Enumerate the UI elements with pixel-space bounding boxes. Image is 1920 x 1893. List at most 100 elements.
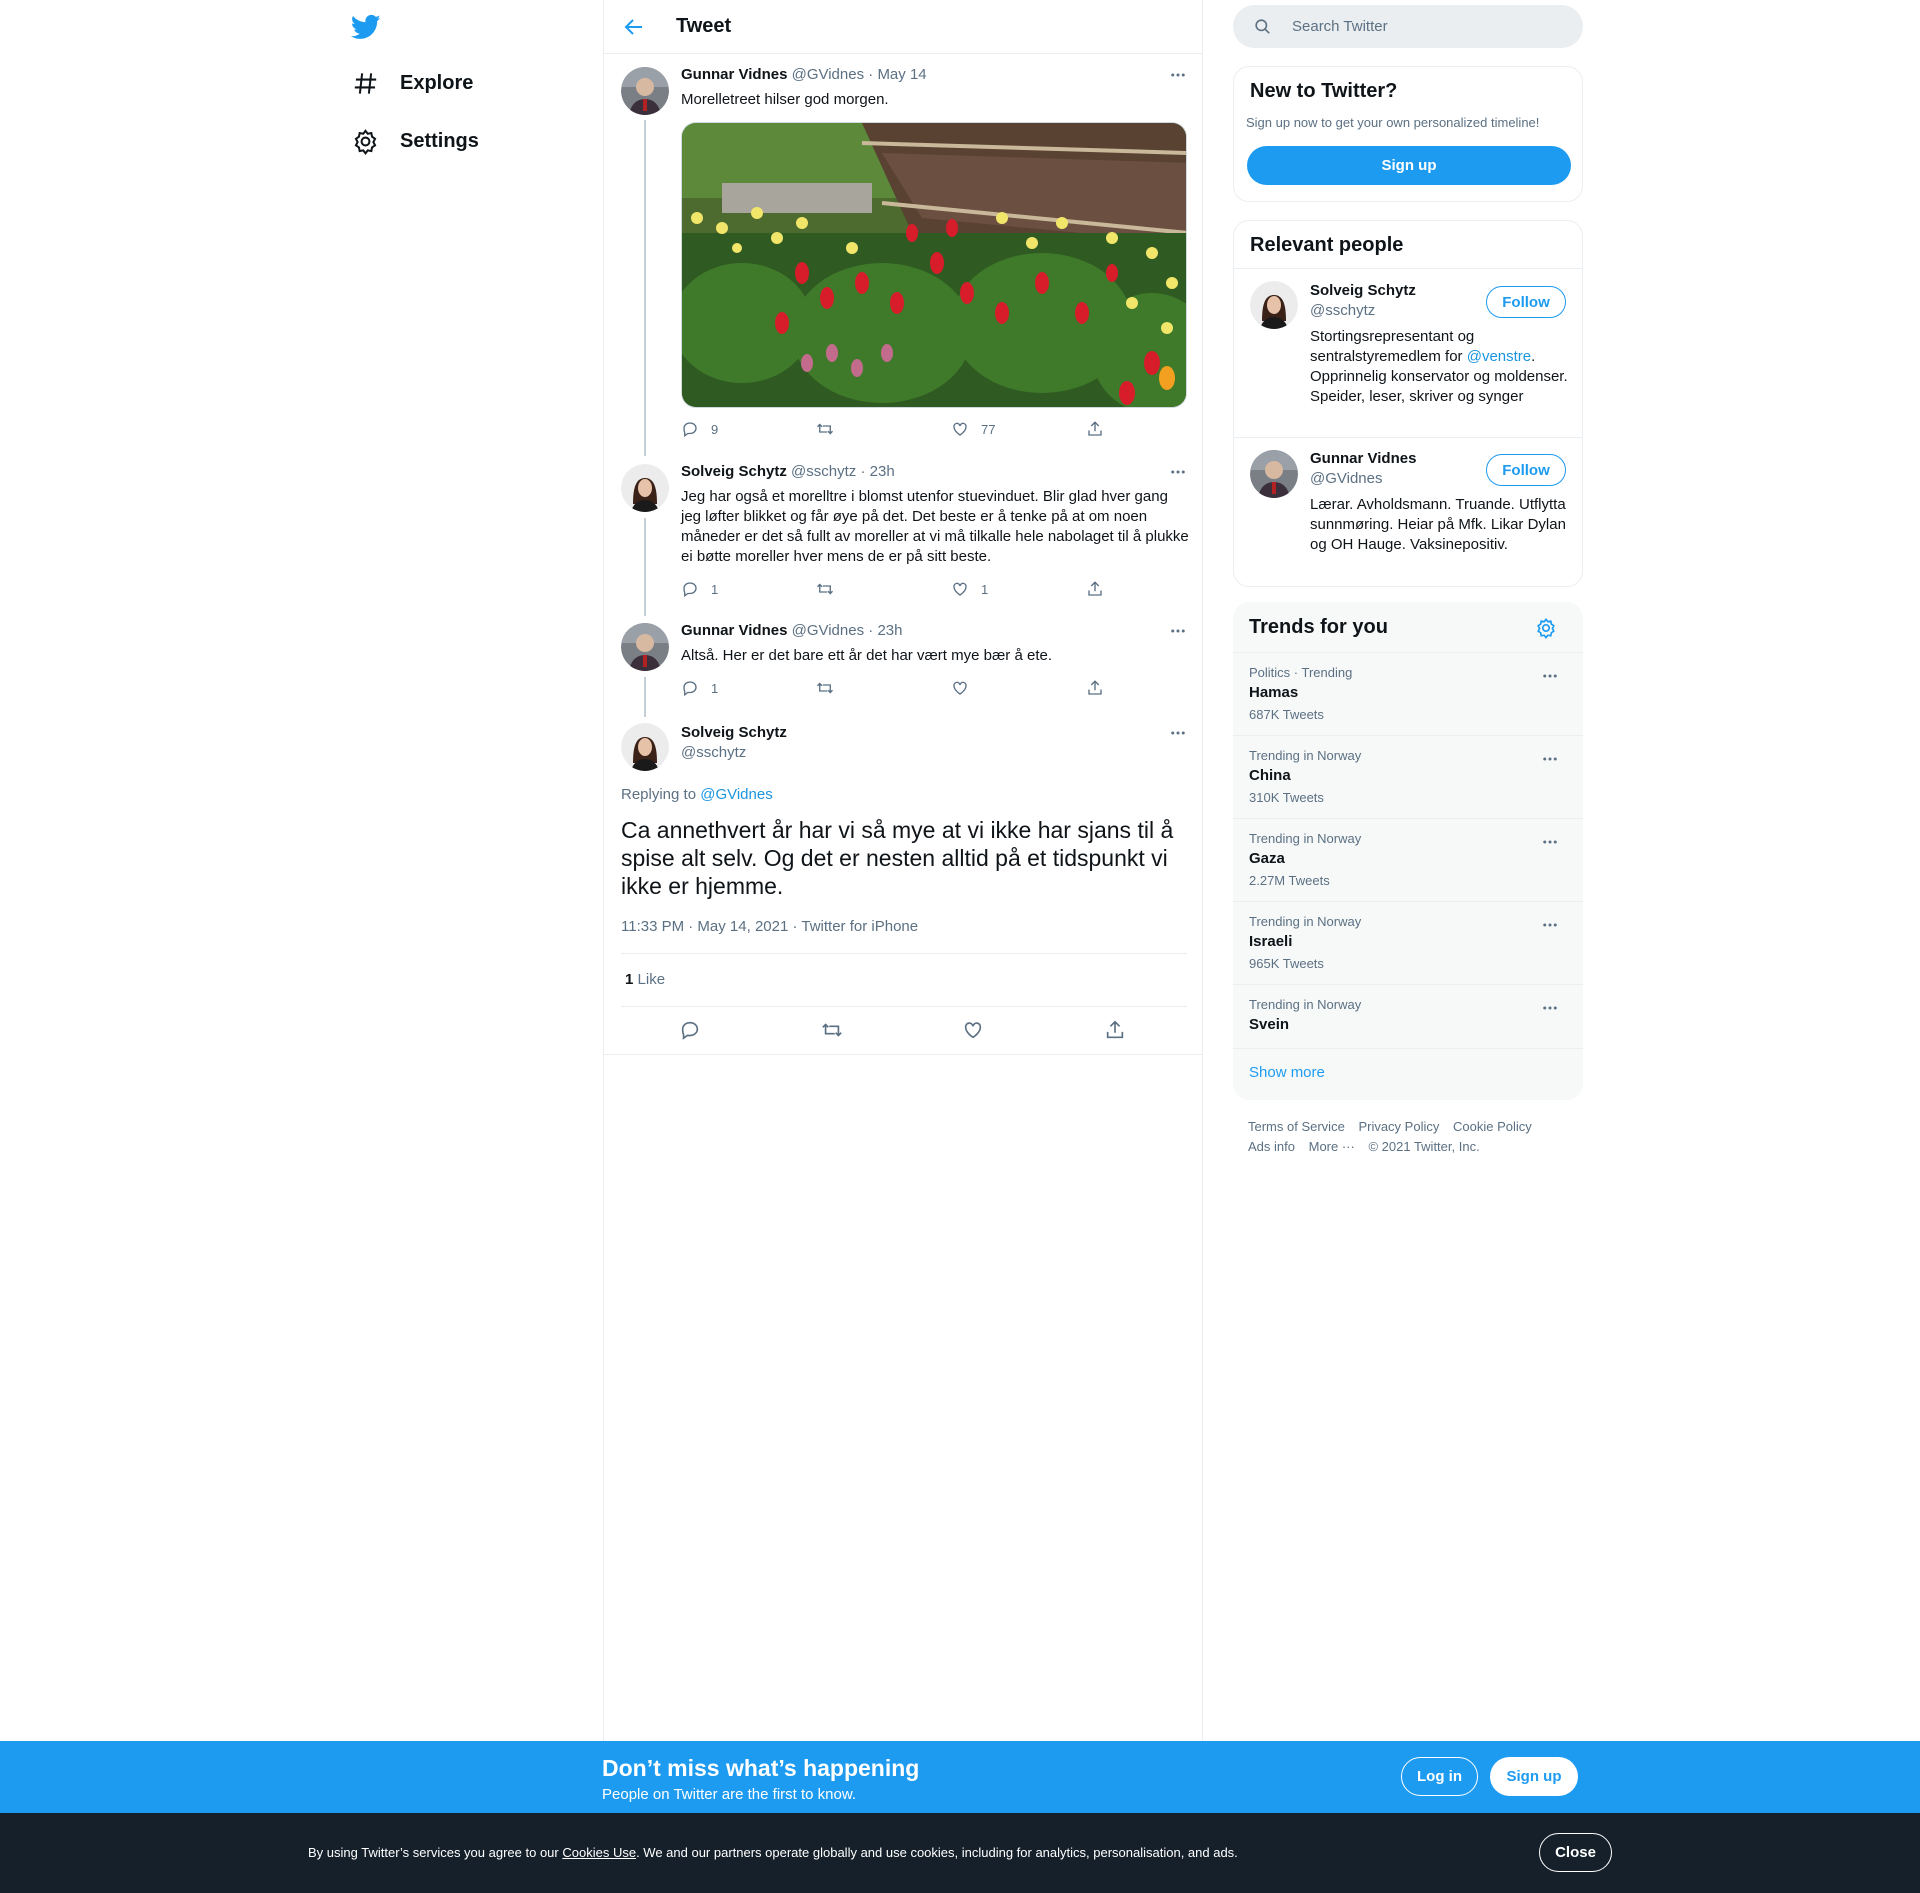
reply-count: 1 bbox=[711, 680, 719, 696]
trend-item[interactable]: Politics · Trending Hamas 687K Tweets bbox=[1233, 652, 1583, 735]
nav-settings[interactable]: Settings bbox=[352, 116, 479, 166]
thread-tweet[interactable]: Gunnar Vidnes @GVidnes · May 14 Morellet… bbox=[619, 66, 1189, 446]
person-item[interactable]: Solveig Schytz @sschytz Follow Stortings… bbox=[1234, 269, 1582, 437]
tweet-photo[interactable] bbox=[681, 122, 1187, 408]
like-count: 1 bbox=[981, 581, 989, 597]
footer-link[interactable]: More ··· bbox=[1309, 1139, 1355, 1154]
nav-explore[interactable]: Explore bbox=[352, 58, 473, 108]
heart-icon[interactable] bbox=[962, 1019, 984, 1041]
thread-tweet[interactable]: Gunnar Vidnes @GVidnes · 23h Altså. Her … bbox=[619, 622, 1189, 702]
tweet-timestamp[interactable]: 11:33 PM · May 14, 2021 · Twitter for iP… bbox=[621, 918, 918, 935]
more-options-icon[interactable] bbox=[1541, 999, 1559, 1017]
search-icon bbox=[1255, 19, 1270, 34]
trend-item[interactable]: Trending in Norway Israeli 965K Tweets bbox=[1233, 901, 1583, 984]
avatar[interactable] bbox=[621, 464, 669, 512]
trend-count: 687K Tweets bbox=[1249, 707, 1324, 722]
person-bio: Stortingsrepresentant og sentralstyremed… bbox=[1310, 328, 1568, 405]
tweet-time[interactable]: 23h bbox=[870, 463, 895, 480]
retweet-button[interactable] bbox=[816, 580, 834, 598]
search-box[interactable] bbox=[1233, 5, 1583, 48]
author-name[interactable]: Solveig Schytz bbox=[681, 724, 787, 741]
reply-button[interactable]: 9 bbox=[681, 420, 718, 438]
reply-icon[interactable] bbox=[679, 1019, 701, 1041]
signup-card: New to Twitter? Sign up now to get your … bbox=[1233, 66, 1583, 202]
search-input[interactable] bbox=[1292, 18, 1552, 35]
footer-link[interactable]: Ads info bbox=[1248, 1139, 1295, 1154]
follow-button[interactable]: Follow bbox=[1486, 454, 1566, 486]
footer-link[interactable]: Cookie Policy bbox=[1453, 1119, 1532, 1134]
author-name[interactable]: Gunnar Vidnes bbox=[681, 66, 787, 83]
avatar[interactable] bbox=[621, 623, 669, 671]
like-stat-count: 1 bbox=[625, 971, 634, 988]
tweet-actions: 1 bbox=[681, 679, 1121, 699]
trend-item[interactable]: Trending in Norway Gaza 2.27M Tweets bbox=[1233, 818, 1583, 901]
replying-to-label: Replying to bbox=[621, 786, 697, 803]
author-name[interactable]: Solveig Schytz bbox=[681, 463, 787, 480]
trend-meta: Trending in Norway bbox=[1249, 997, 1362, 1012]
footer-link[interactable]: Privacy Policy bbox=[1358, 1119, 1439, 1134]
mention-link[interactable]: @venstre bbox=[1467, 348, 1531, 365]
reply-button[interactable]: 1 bbox=[681, 580, 718, 598]
share-button[interactable] bbox=[1086, 580, 1104, 598]
footer-link[interactable]: Terms of Service bbox=[1248, 1119, 1345, 1134]
more-options-icon[interactable] bbox=[1541, 916, 1559, 934]
main-tweet-actions bbox=[604, 1006, 1202, 1054]
reply-count: 1 bbox=[711, 581, 719, 597]
trend-count: 965K Tweets bbox=[1249, 956, 1324, 971]
person-handle: @sschytz bbox=[1310, 302, 1376, 319]
nav-settings-label: Settings bbox=[400, 129, 479, 152]
banner-signup-button[interactable]: Sign up bbox=[1490, 1757, 1578, 1796]
like-button[interactable]: 77 bbox=[951, 420, 995, 438]
tweet-actions: 1 1 bbox=[681, 580, 1121, 600]
retweet-icon[interactable] bbox=[821, 1019, 843, 1041]
replying-to-link[interactable]: @GVidnes bbox=[700, 786, 773, 803]
share-button[interactable] bbox=[1086, 420, 1104, 438]
signup-button[interactable]: Sign up bbox=[1247, 146, 1571, 185]
relevant-people-card: Relevant people Solveig Schytz @sschytz … bbox=[1233, 220, 1583, 587]
avatar[interactable] bbox=[621, 723, 669, 771]
like-stats[interactable]: 1 Like bbox=[625, 971, 665, 988]
thread-tweet[interactable]: Solveig Schytz @sschytz · 23h Jeg har og… bbox=[619, 463, 1189, 613]
avatar[interactable] bbox=[1250, 281, 1298, 329]
more-options-icon[interactable] bbox=[1541, 750, 1559, 768]
like-button[interactable] bbox=[951, 679, 969, 697]
cookies-use-link[interactable]: Cookies Use bbox=[562, 1845, 636, 1860]
more-options-icon[interactable] bbox=[1169, 622, 1187, 640]
show-more-link[interactable]: Show more bbox=[1249, 1064, 1325, 1081]
gear-icon[interactable] bbox=[1535, 617, 1557, 639]
tweet-time[interactable]: May 14 bbox=[877, 66, 926, 83]
login-button[interactable]: Log in bbox=[1401, 1757, 1478, 1796]
twitter-logo-icon[interactable] bbox=[350, 12, 382, 42]
more-options-icon[interactable] bbox=[1541, 833, 1559, 851]
avatar[interactable] bbox=[621, 67, 669, 115]
signup-banner: Don’t miss what’s happening People on Tw… bbox=[0, 1741, 1920, 1813]
tweet-time[interactable]: 23h bbox=[877, 622, 902, 639]
person-name[interactable]: Gunnar Vidnes bbox=[1310, 450, 1416, 467]
trend-item[interactable]: Trending in Norway Svein bbox=[1233, 984, 1583, 1048]
retweet-icon bbox=[817, 583, 833, 595]
trend-meta: Trending in Norway bbox=[1249, 748, 1362, 763]
person-name[interactable]: Solveig Schytz bbox=[1310, 282, 1416, 299]
like-button[interactable]: 1 bbox=[951, 580, 988, 598]
share-icon bbox=[1088, 581, 1102, 596]
share-icon[interactable] bbox=[1104, 1019, 1126, 1041]
person-item[interactable]: Gunnar Vidnes @GVidnes Follow Lærar. Avh… bbox=[1234, 438, 1582, 586]
nav-explore-label: Explore bbox=[400, 71, 474, 94]
back-arrow-icon[interactable] bbox=[622, 15, 646, 39]
retweet-button[interactable] bbox=[816, 679, 834, 697]
replying-to: Replying to @GVidnes bbox=[621, 786, 773, 803]
reply-button[interactable]: 1 bbox=[681, 679, 718, 697]
more-options-icon[interactable] bbox=[1541, 667, 1559, 685]
reply-icon bbox=[683, 681, 697, 697]
more-options-icon[interactable] bbox=[1169, 66, 1187, 84]
avatar[interactable] bbox=[1250, 450, 1298, 498]
follow-button[interactable]: Follow bbox=[1486, 286, 1566, 318]
trend-item[interactable]: Trending in Norway China 310K Tweets bbox=[1233, 735, 1583, 818]
retweet-button[interactable] bbox=[816, 420, 834, 438]
share-button[interactable] bbox=[1086, 679, 1104, 697]
more-options-icon[interactable] bbox=[1169, 724, 1187, 742]
cookie-close-button[interactable]: Close bbox=[1539, 1833, 1612, 1872]
tweet-text: Altså. Her er det bare ett år det har væ… bbox=[681, 647, 1052, 664]
more-options-icon[interactable] bbox=[1169, 463, 1187, 481]
author-name[interactable]: Gunnar Vidnes bbox=[681, 622, 787, 639]
